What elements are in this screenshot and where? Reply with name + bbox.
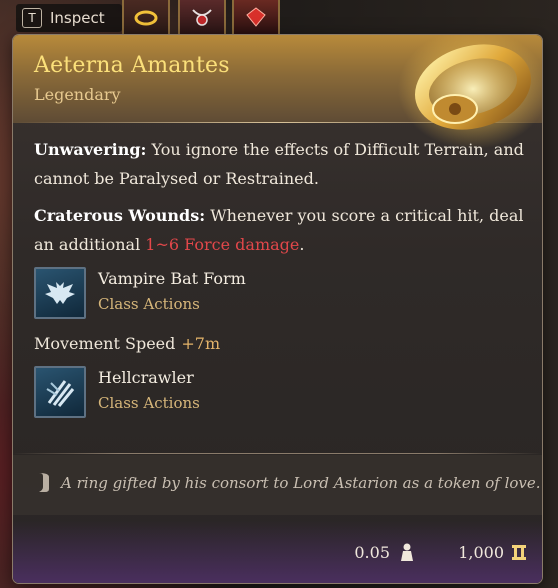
divider — [13, 453, 542, 454]
claw-icon — [34, 366, 86, 418]
weight-icon — [401, 543, 413, 561]
effect-craterous-wounds: Craterous Wounds: Whenever you score a c… — [34, 201, 524, 259]
item-rarity: Legendary — [34, 85, 121, 104]
amulet-icon — [192, 9, 212, 26]
gem-slot[interactable] — [232, 0, 280, 36]
gold-coin-icon — [512, 545, 526, 560]
item-slot-bar: T Inspect — [0, 0, 330, 38]
movement-value: +7m — [181, 334, 221, 353]
effect-text-end: . — [299, 235, 305, 254]
item-tooltip: Aeterna Amantes Legendary Unwavering: Yo… — [13, 35, 542, 583]
price-value: 1,000 — [458, 543, 504, 562]
action-name: Hellcrawler — [98, 368, 194, 387]
gold-ring-icon — [134, 10, 158, 26]
movement-label: Movement Speed — [34, 334, 176, 353]
keybind-t: T — [22, 8, 42, 28]
weight-value: 0.05 — [354, 543, 390, 562]
inspect-label: Inspect — [50, 9, 105, 27]
amulet-slot[interactable] — [178, 0, 226, 36]
ring-item-icon — [398, 35, 542, 149]
red-gem-icon — [246, 7, 266, 27]
effect-name: Unwavering: — [34, 140, 147, 159]
ring-slot-gold[interactable] — [122, 0, 170, 36]
tooltip-body: Unwavering: You ignore the effects of Di… — [34, 135, 524, 428]
effect-name: Craterous Wounds: — [34, 206, 206, 225]
inspect-button[interactable]: T Inspect — [16, 4, 122, 32]
effect-unwavering: Unwavering: You ignore the effects of Di… — [34, 135, 524, 193]
damage-value: 1~6 Force damage — [145, 235, 300, 254]
action-type: Class Actions — [98, 394, 200, 412]
action-type: Class Actions — [98, 295, 200, 313]
movement-speed: Movement Speed +7m — [34, 329, 524, 358]
scroll-icon — [39, 473, 49, 492]
bat-icon — [34, 267, 86, 319]
item-name: Aeterna Amantes — [34, 53, 230, 78]
action-name: Vampire Bat Form — [98, 269, 246, 288]
flavor-text: A ring gifted by his consort to Lord Ast… — [61, 474, 541, 492]
action-vampire-bat-form[interactable]: Vampire Bat Form Class Actions — [34, 267, 524, 319]
action-hellcrawler[interactable]: Hellcrawler Class Actions — [34, 366, 524, 418]
